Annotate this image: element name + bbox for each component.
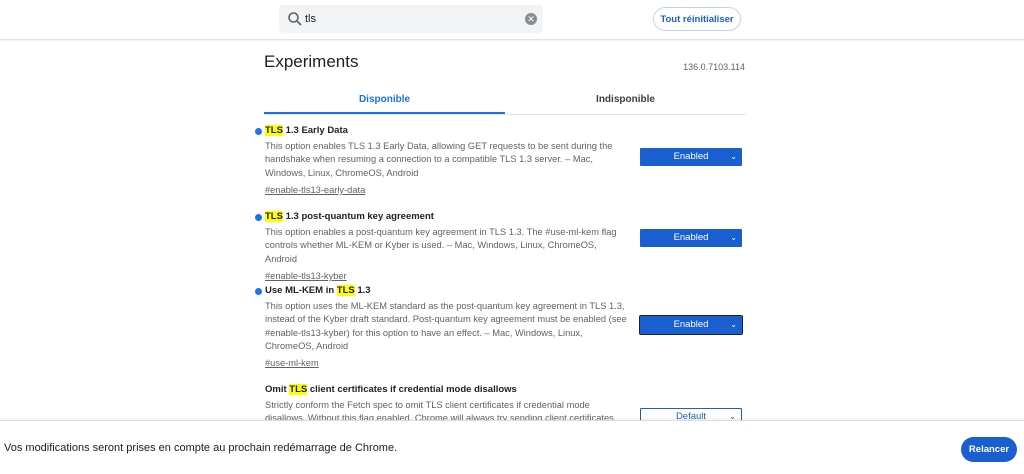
- relaunch-message: Vos modifications seront prises en compt…: [4, 442, 398, 454]
- tab-available[interactable]: Disponible: [264, 88, 505, 114]
- reset-all-button[interactable]: Tout réinitialiser: [653, 7, 741, 31]
- flag-title: Use ML-KEM in TLS 1.3: [265, 285, 371, 296]
- flag-title: TLS 1.3 post-quantum key agreement: [265, 211, 434, 222]
- flag-select[interactable]: Enabled ⌄: [640, 229, 742, 247]
- page-title: Experiments: [264, 52, 359, 71]
- tab-unavailable[interactable]: Indisponible: [505, 88, 746, 114]
- flag-link[interactable]: #enable-tls13-early-data: [265, 185, 365, 195]
- flag-title: Omit TLS client certificates if credenti…: [265, 384, 517, 395]
- flag-description: This option enables TLS 1.3 Early Data, …: [265, 141, 613, 178]
- chevron-down-icon: ⌄: [730, 152, 737, 161]
- flag-item: Use ML-KEM in TLS 1.3 This option uses t…: [255, 285, 747, 371]
- flag-select[interactable]: Enabled ⌄: [639, 315, 743, 335]
- flag-description: This option uses the ML-KEM standard as …: [265, 301, 627, 351]
- chevron-down-icon: ⌄: [730, 233, 737, 242]
- header: ✕ Tout réinitialiser: [0, 0, 1024, 40]
- flag-title: TLS 1.3 Early Data: [265, 125, 348, 136]
- flag-link[interactable]: #enable-tls13-kyber: [265, 271, 347, 281]
- chevron-down-icon: ⌄: [730, 320, 737, 329]
- flag-description: This option enables a post-quantum key a…: [265, 227, 617, 264]
- search-icon: [288, 12, 302, 26]
- modified-dot-icon: [255, 214, 262, 221]
- flag-item: TLS 1.3 post-quantum key agreement This …: [255, 211, 747, 284]
- flag-link[interactable]: #use-ml-kem: [265, 358, 319, 368]
- relaunch-bar: Vos modifications seront prises en compt…: [0, 420, 1024, 474]
- search-box[interactable]: ✕: [279, 5, 543, 33]
- tabs: Disponible Indisponible: [264, 88, 746, 115]
- flag-select[interactable]: Enabled ⌄: [640, 148, 742, 166]
- relaunch-button[interactable]: Relancer: [961, 437, 1017, 462]
- version-label: 136.0.7103.114: [683, 62, 745, 72]
- search-input[interactable]: [305, 9, 505, 29]
- modified-dot-icon: [255, 128, 262, 135]
- modified-dot-icon: [255, 288, 262, 295]
- flag-item: TLS 1.3 Early Data This option enables T…: [255, 125, 747, 198]
- clear-search-icon[interactable]: ✕: [525, 13, 537, 25]
